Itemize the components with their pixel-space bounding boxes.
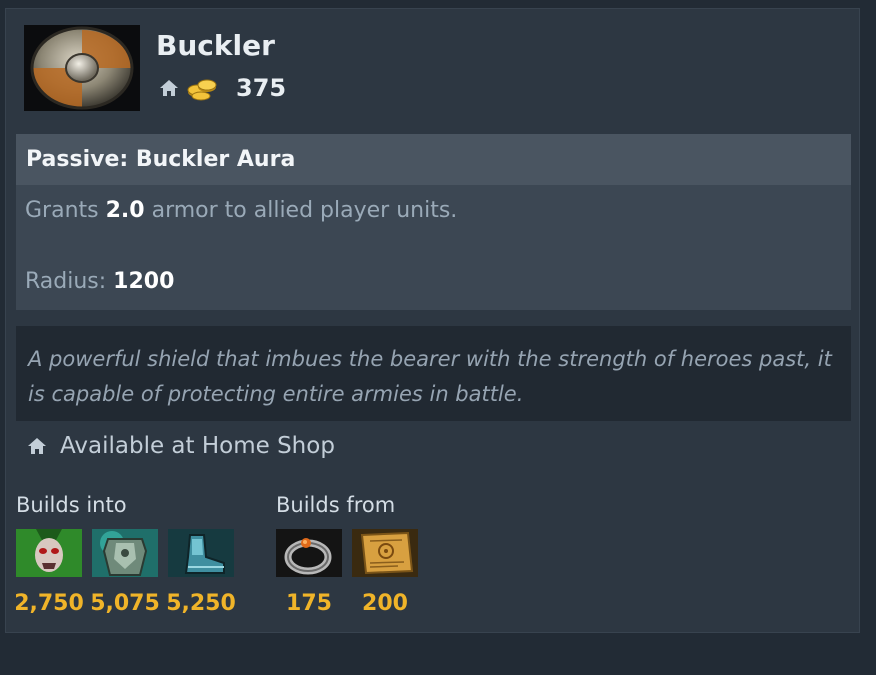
builds-into-section: Builds into 2,750 5,075 5,250 xyxy=(14,493,236,616)
gold-coins-icon xyxy=(187,79,217,101)
recipe-scroll-item-icon[interactable] xyxy=(352,529,418,577)
item-tooltip-panel: Buckler 375 Passive: Buckler Aura Grants… xyxy=(5,8,860,633)
builds-from-item[interactable]: 200 xyxy=(352,529,418,616)
home-icon xyxy=(160,80,178,96)
ability-description: Grants 2.0 armor to allied player units. xyxy=(25,198,457,223)
radius-value: 1200 xyxy=(113,269,175,294)
item-price: 200 xyxy=(362,591,408,616)
item-price: 5,250 xyxy=(166,591,236,616)
ability-section: Passive: Buckler Aura Grants 2.0 armor t… xyxy=(16,134,851,310)
builds-into-item[interactable]: 2,750 xyxy=(14,529,84,616)
item-price: 2,750 xyxy=(14,591,84,616)
armor-value: 2.0 xyxy=(105,198,145,223)
armor-cuirass-item-icon[interactable] xyxy=(92,529,158,577)
ability-title: Passive: Buckler Aura xyxy=(16,134,851,185)
item-price: 5,075 xyxy=(90,591,160,616)
ring-item-icon[interactable] xyxy=(276,529,342,577)
builds-into-item[interactable]: 5,250 xyxy=(166,529,236,616)
boots-item-icon[interactable] xyxy=(168,529,234,577)
shop-availability-text: Available at Home Shop xyxy=(60,433,335,459)
item-price: 175 xyxy=(286,591,332,616)
item-name: Buckler xyxy=(156,29,275,62)
builds-from-label: Builds from xyxy=(276,493,396,517)
builds-into-item[interactable]: 5,075 xyxy=(90,529,160,616)
home-icon xyxy=(28,438,46,454)
radius-label: Radius: xyxy=(25,269,114,294)
item-header: Buckler 375 xyxy=(24,25,844,111)
builds-from-item[interactable]: 175 xyxy=(276,529,342,616)
builds-from-section: Builds from 175 200 xyxy=(276,493,418,616)
ability-radius: Radius: 1200 xyxy=(25,269,174,294)
ability-desc-suffix: armor to allied player units. xyxy=(144,198,458,223)
item-cost-row: 375 xyxy=(158,73,286,103)
lore-text: A powerful shield that imbues the bearer… xyxy=(16,326,851,421)
item-cost: 375 xyxy=(236,74,287,102)
builds-into-label: Builds into xyxy=(16,493,127,517)
skull-mask-item-icon[interactable] xyxy=(16,529,82,577)
ability-desc-prefix: Grants xyxy=(25,198,106,223)
shop-availability: Available at Home Shop xyxy=(26,433,335,459)
buckler-shield-icon xyxy=(24,25,140,111)
